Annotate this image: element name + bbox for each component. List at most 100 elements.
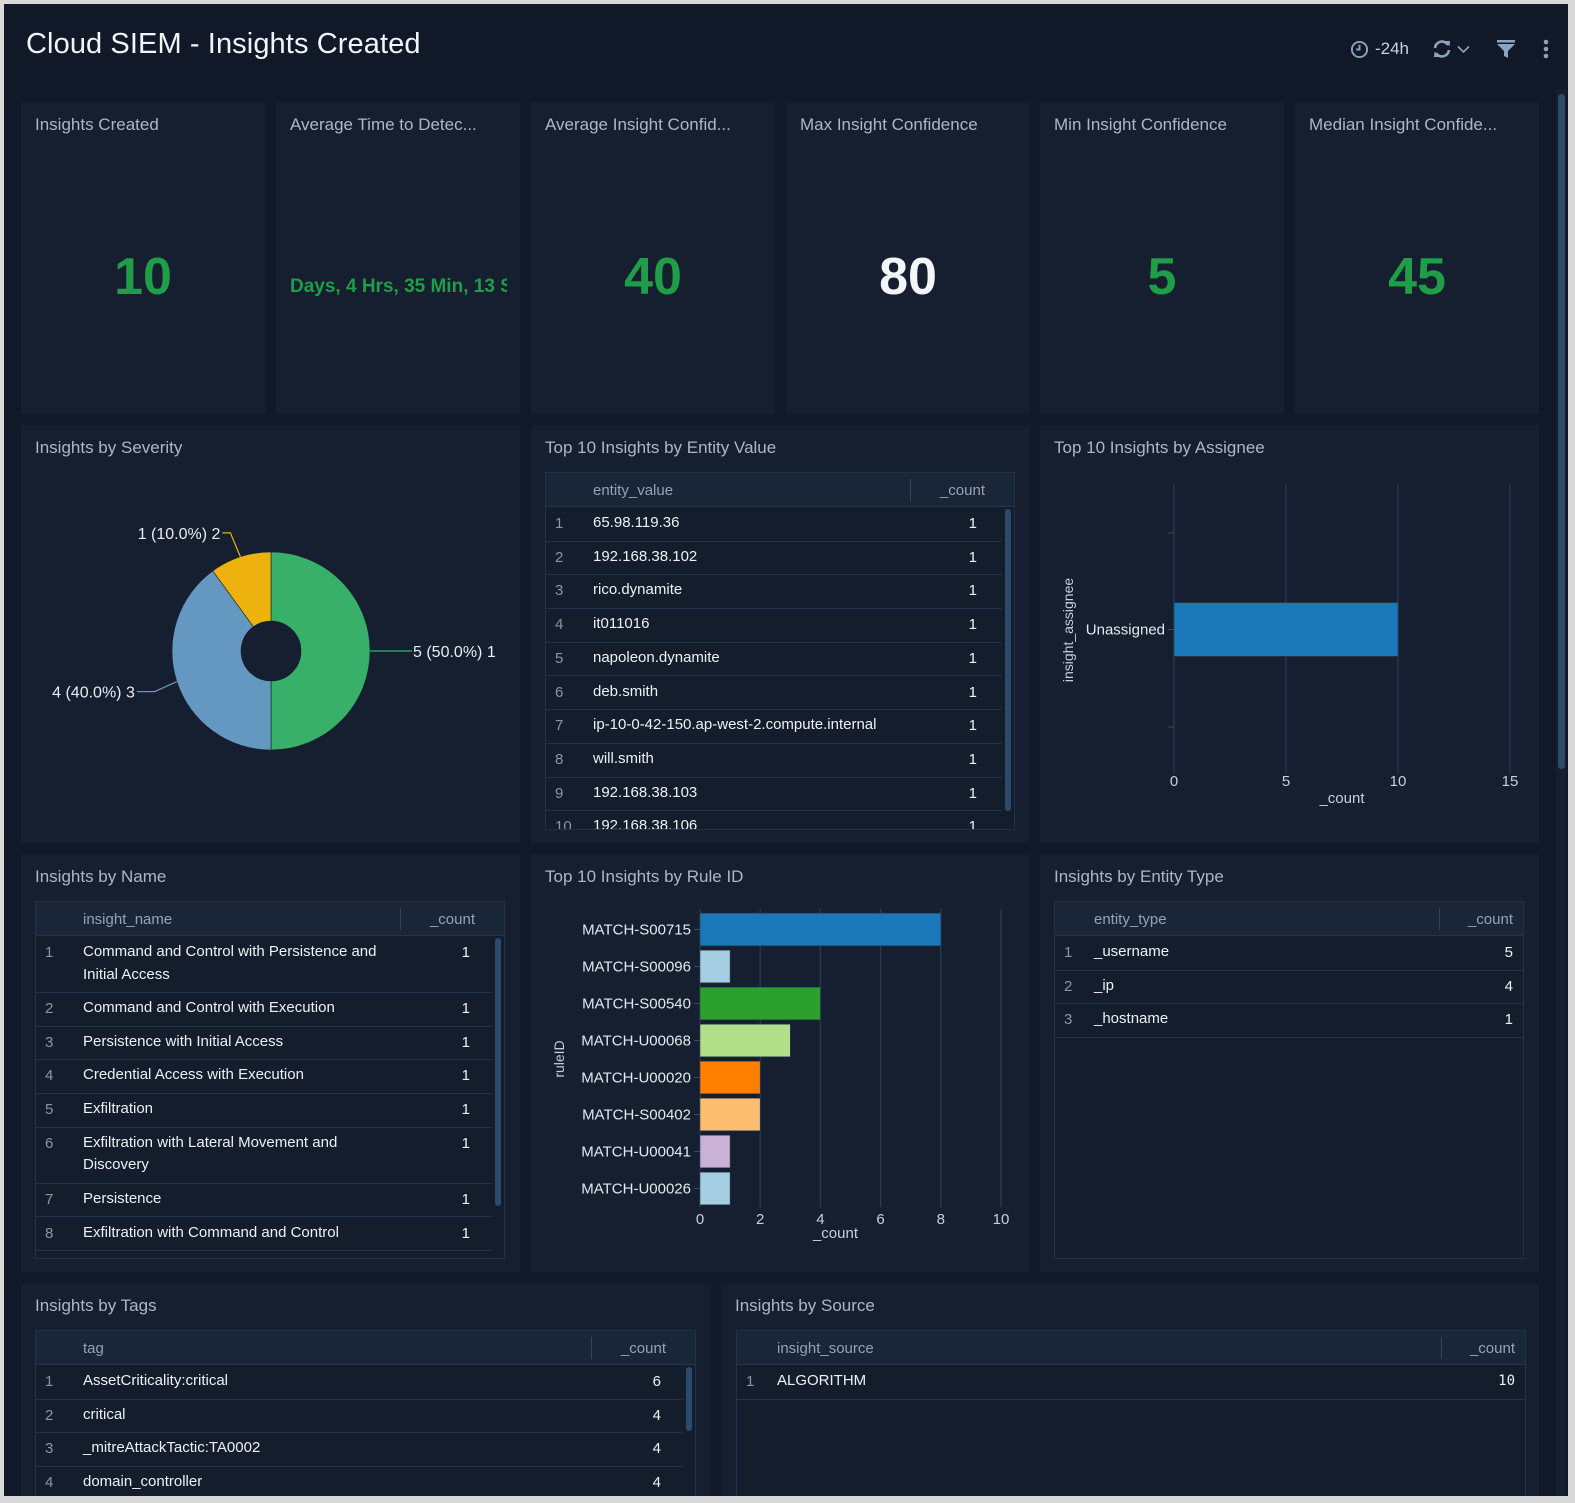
row-index: 3 xyxy=(45,1033,54,1051)
table-row[interactable]: 8 will.smith 1 xyxy=(546,744,1002,778)
column-header-count[interactable]: _count xyxy=(1468,911,1513,928)
page-scrollbar-thumb[interactable] xyxy=(1558,94,1565,769)
cell-count: 1 xyxy=(461,1190,470,1208)
table-header: entity_value _count xyxy=(546,473,1014,507)
table-row[interactable]: 1 65.98.119.36 1 xyxy=(546,508,1002,542)
row-index: 6 xyxy=(555,683,564,701)
bar[interactable] xyxy=(699,1023,791,1058)
table-row[interactable]: 1 ALGORITHM 10 xyxy=(737,1366,1525,1400)
table-scrollbar[interactable] xyxy=(1005,509,1011,811)
row-index: 1 xyxy=(746,1373,755,1390)
column-resize-handle[interactable] xyxy=(591,1337,592,1359)
table-row[interactable]: 8 Exfiltration with Command and Control 1 xyxy=(36,1218,492,1252)
column-header-entity-value[interactable]: entity_value xyxy=(593,482,673,499)
cell-tag: domain_controller xyxy=(83,1473,203,1491)
column-resize-handle[interactable] xyxy=(400,908,401,930)
table-row[interactable]: 1 Command and Control with Persistence an… xyxy=(36,937,492,993)
cell-insight-name: Exfiltration with Command and Control xyxy=(83,1223,339,1241)
column-header-tag[interactable]: tag xyxy=(83,1340,104,1357)
bar[interactable] xyxy=(699,1097,761,1132)
panel-title: Insights by Name xyxy=(35,867,167,886)
bar[interactable] xyxy=(699,949,731,984)
bar[interactable] xyxy=(699,1171,731,1206)
table-row[interactable]: 2 _ip 4 xyxy=(1055,971,1523,1005)
panel-entity-value[interactable]: Top 10 Insights by Entity Value entity_v… xyxy=(531,425,1030,843)
cell-count: 4 xyxy=(652,1406,661,1424)
table-row[interactable]: 1 _username 5 xyxy=(1055,937,1523,971)
table-row[interactable]: 9 192.168.38.103 1 xyxy=(546,778,1002,812)
table-row[interactable]: 3 _hostname 1 xyxy=(1055,1004,1523,1039)
column-header-insight-source[interactable]: insight_source xyxy=(777,1340,874,1357)
chevron-down-icon[interactable] xyxy=(1457,45,1470,54)
column-resize-handle[interactable] xyxy=(910,479,911,501)
row-index: 4 xyxy=(555,616,564,634)
cell-count: 1 xyxy=(968,683,977,701)
cell-count: 1 xyxy=(461,1033,470,1051)
kpi-panel-min-confidence[interactable]: Min Insight Confidence 5 xyxy=(1040,102,1284,414)
table-row[interactable]: 6 deb.smith 1 xyxy=(546,677,1002,711)
table-scrollbar[interactable] xyxy=(495,938,501,1206)
panel-rule-id[interactable]: Top 10 Insights by Rule ID 0 2 4 6 8 10 MATCH-… xyxy=(531,854,1030,1272)
panel-title: Min Insight Confidence xyxy=(1054,115,1227,134)
bar[interactable] xyxy=(699,1134,731,1169)
panel-insights-by-tags[interactable]: Insights by Tags tag _count 1 AssetCritical… xyxy=(21,1283,711,1496)
bar[interactable] xyxy=(1173,602,1399,657)
table-row[interactable]: 3 _mitreAttackTactic:TA0002 4 xyxy=(36,1433,683,1468)
column-header-count[interactable]: _count xyxy=(430,911,475,928)
panel-insights-by-severity[interactable]: Insights by Severity 5 (50.0%) 14 (40.0%… xyxy=(21,425,520,843)
table-header: tag _count xyxy=(36,1331,695,1365)
row-index: 2 xyxy=(1064,977,1073,995)
table-row[interactable]: 5 Exfiltration 1 xyxy=(36,1094,492,1128)
table-row[interactable]: 4 it011016 1 xyxy=(546,609,1002,643)
table-row[interactable]: 2 Command and Control with Execution 1 xyxy=(36,993,492,1027)
row-index: 7 xyxy=(45,1190,54,1208)
row-index: 8 xyxy=(45,1224,54,1242)
table-row[interactable]: 4 domain_controller 4 xyxy=(36,1467,683,1496)
filter-button[interactable] xyxy=(1496,39,1516,59)
column-header-count[interactable]: _count xyxy=(940,482,985,499)
bar[interactable] xyxy=(699,1060,761,1095)
assignee-bar-chart: 0 5 10 15 Unassigned _count insight_assignee xyxy=(1060,485,1518,807)
table-row[interactable]: 5 napoleon.dynamite 1 xyxy=(546,643,1002,677)
bar[interactable] xyxy=(699,912,942,947)
cell-count: 1 xyxy=(968,750,977,768)
kpi-panel-average-time-to-detect[interactable]: Average Time to Detec... Days, 4 Hrs, 35… xyxy=(276,102,520,414)
header-toolbar: -24h xyxy=(1350,34,1550,64)
kpi-panel-insights-created[interactable]: Insights Created 10 xyxy=(21,102,265,414)
time-range-button[interactable]: -24h xyxy=(1350,39,1409,59)
kpi-panel-max-confidence[interactable]: Max Insight Confidence 80 xyxy=(786,102,1030,414)
bar[interactable] xyxy=(699,986,821,1021)
pie-slice-label: 5 (50.0%) 1 xyxy=(413,644,496,661)
filter-icon xyxy=(1496,39,1516,59)
column-header-insight-name[interactable]: insight_name xyxy=(83,911,172,928)
y-tick-label: MATCH-S00096 xyxy=(582,959,691,976)
table-row[interactable]: 3 rico.dynamite 1 xyxy=(546,575,1002,610)
table-row[interactable]: 10 192.168.38.106 1 xyxy=(546,811,1002,829)
panel-insights-by-name[interactable]: Insights by Name insight_name _count 1 Comm… xyxy=(21,854,520,1272)
table-scrollbar[interactable] xyxy=(686,1367,692,1431)
panel-assignee[interactable]: Top 10 Insights by Assignee 0 5 10 15 Unassi… xyxy=(1040,425,1539,843)
table-row[interactable]: 2 critical 4 xyxy=(36,1400,683,1434)
column-resize-handle[interactable] xyxy=(1439,908,1440,930)
kpi-panel-average-confidence[interactable]: Average Insight Confid... 40 xyxy=(531,102,775,414)
cell-count: 6 xyxy=(652,1373,661,1390)
table-row[interactable]: 4 Credential Access with Execution 1 xyxy=(36,1060,492,1095)
y-tick-label: MATCH-U00068 xyxy=(581,1033,691,1050)
table-row[interactable]: 6 Exfiltration with Lateral Movement and … xyxy=(36,1128,492,1184)
column-header-entity-type[interactable]: entity_type xyxy=(1094,911,1167,928)
x-tick-label: 10 xyxy=(1390,773,1407,790)
table-row[interactable]: 2 192.168.38.102 1 xyxy=(546,542,1002,576)
table-row[interactable]: 3 Persistence with Initial Access 1 xyxy=(36,1027,492,1061)
refresh-button[interactable] xyxy=(1431,38,1470,60)
more-options-button[interactable] xyxy=(1542,39,1550,59)
kpi-panel-median-confidence[interactable]: Median Insight Confide... 45 xyxy=(1295,102,1539,414)
table-row[interactable]: 1 AssetCriticality:critical 6 xyxy=(36,1366,683,1400)
column-header-count[interactable]: _count xyxy=(621,1340,666,1357)
table-row[interactable]: 7 Persistence 1 xyxy=(36,1184,492,1218)
column-header-count[interactable]: _count xyxy=(1470,1340,1515,1357)
table-row[interactable]: 7 ip-10-0-42-150.ap-west-2.compute.intern… xyxy=(546,710,1002,744)
column-resize-handle[interactable] xyxy=(1441,1337,1442,1359)
row-index: 8 xyxy=(555,750,564,768)
panel-entity-type[interactable]: Insights by Entity Type entity_type _coun… xyxy=(1040,854,1539,1272)
panel-insights-by-source[interactable]: Insights by Source insight_source _count 1… xyxy=(721,1283,1539,1496)
